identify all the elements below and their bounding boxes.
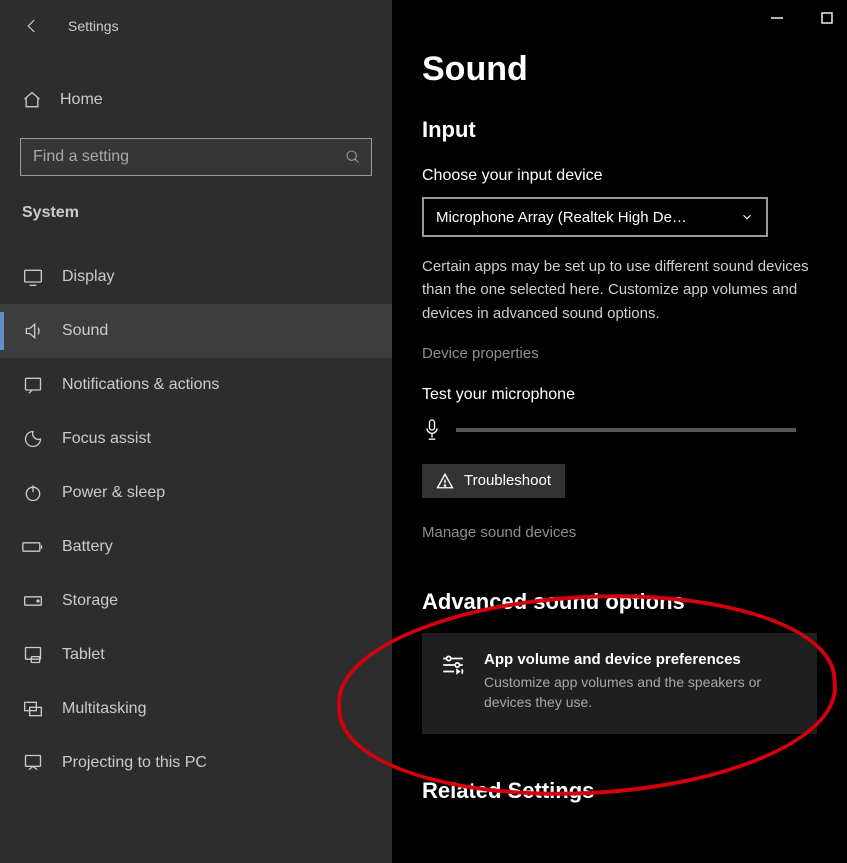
sidebar-section-label: System: [0, 176, 392, 230]
dropdown-value: Microphone Array (Realtek High De…: [436, 209, 687, 226]
minimize-button[interactable]: [767, 8, 787, 28]
sidebar-item-sound[interactable]: Sound: [0, 304, 392, 358]
app-title: Settings: [68, 18, 119, 34]
window-controls: [767, 8, 837, 28]
projecting-icon: [22, 752, 44, 774]
home-icon: [22, 90, 42, 110]
search-input-container[interactable]: [20, 138, 372, 176]
card-text: App volume and device preferences Custom…: [484, 651, 799, 713]
nav-label: Sound: [62, 322, 108, 340]
maximize-button[interactable]: [817, 8, 837, 28]
display-icon: [22, 266, 44, 288]
card-subtitle: Customize app volumes and the speakers o…: [484, 672, 799, 713]
input-device-note: Certain apps may be set up to use differ…: [422, 255, 817, 325]
page-title: Sound: [422, 50, 817, 89]
sidebar-item-display[interactable]: Display: [0, 250, 392, 304]
sidebar-item-focus-assist[interactable]: Focus assist: [0, 412, 392, 466]
main-content: Sound Input Choose your input device Mic…: [392, 0, 847, 863]
sidebar-nav: Display Sound Notifications & actions Fo…: [0, 250, 392, 790]
notifications-icon: [22, 374, 44, 396]
sidebar-item-power-sleep[interactable]: Power & sleep: [0, 466, 392, 520]
search-icon: [345, 149, 361, 165]
warning-icon: [436, 472, 454, 490]
multitasking-icon: [22, 698, 44, 720]
home-label: Home: [60, 91, 103, 109]
search-wrap: [20, 138, 372, 176]
sidebar-header: Settings: [0, 0, 392, 52]
nav-label: Multitasking: [62, 700, 146, 718]
tablet-icon: [22, 644, 44, 666]
choose-input-label: Choose your input device: [422, 167, 817, 185]
sidebar-item-multitasking[interactable]: Multitasking: [0, 682, 392, 736]
app-volume-preferences-card[interactable]: App volume and device preferences Custom…: [422, 633, 817, 735]
focus-assist-icon: [22, 428, 44, 450]
chevron-down-icon: [740, 210, 754, 224]
settings-window: Settings Home System Display: [0, 0, 847, 863]
power-icon: [22, 482, 44, 504]
nav-label: Tablet: [62, 646, 105, 664]
nav-label: Display: [62, 268, 114, 286]
back-icon[interactable]: [20, 14, 44, 38]
troubleshoot-button[interactable]: Troubleshoot: [422, 464, 565, 498]
troubleshoot-label: Troubleshoot: [464, 472, 551, 489]
related-settings-heading: Related Settings: [422, 778, 817, 804]
nav-label: Battery: [62, 538, 113, 556]
battery-icon: [22, 536, 44, 558]
sound-icon: [22, 320, 44, 342]
input-heading: Input: [422, 117, 817, 143]
microphone-icon: [422, 418, 442, 442]
nav-label: Power & sleep: [62, 484, 165, 502]
manage-sound-devices-link[interactable]: Manage sound devices: [422, 524, 817, 541]
test-mic-label: Test your microphone: [422, 386, 817, 404]
sliders-icon: [440, 651, 466, 679]
nav-label: Focus assist: [62, 430, 151, 448]
search-input[interactable]: [33, 148, 333, 166]
sidebar-item-storage[interactable]: Storage: [0, 574, 392, 628]
nav-label: Notifications & actions: [62, 376, 219, 394]
nav-label: Projecting to this PC: [62, 754, 207, 772]
sidebar-item-battery[interactable]: Battery: [0, 520, 392, 574]
mic-test-row: [422, 418, 817, 442]
input-device-dropdown[interactable]: Microphone Array (Realtek High De…: [422, 197, 768, 237]
device-properties-link[interactable]: Device properties: [422, 345, 817, 362]
sidebar: Settings Home System Display: [0, 0, 392, 863]
home-nav[interactable]: Home: [0, 72, 392, 128]
advanced-sound-heading: Advanced sound options: [422, 589, 817, 615]
nav-label: Storage: [62, 592, 118, 610]
sidebar-item-tablet[interactable]: Tablet: [0, 628, 392, 682]
mic-level-bar: [456, 428, 796, 432]
storage-icon: [22, 590, 44, 612]
sidebar-item-notifications[interactable]: Notifications & actions: [0, 358, 392, 412]
card-title: App volume and device preferences: [484, 651, 799, 668]
sidebar-item-projecting[interactable]: Projecting to this PC: [0, 736, 392, 790]
